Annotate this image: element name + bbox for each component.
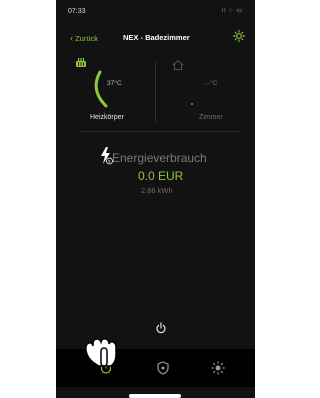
heizkoerper-label[interactable]: Heizkörper [90,114,124,121]
home-indicator[interactable] [129,394,181,398]
page-title: NEX - Badezimmer [123,33,190,42]
energy-title: Energieverbrauch [112,151,207,165]
chevron-left-icon: ‹ [70,33,73,43]
back-label: Zurück [75,34,99,43]
power-icon[interactable] [155,322,167,334]
status-icons: ∷ ◌ ▭ [221,8,243,14]
section-divider [81,131,241,132]
energy-amount: 0.0 EUR [138,169,184,183]
app-screen: 07:33 ∷ ◌ ▭ ‹ Zurück NEX - Badezimmer 37… [56,0,255,398]
svg-text:$: $ [108,160,111,164]
radiator-icon [76,58,86,67]
gear-icon[interactable] [232,29,246,43]
heizkoerper-temperature: 37°C [107,80,122,87]
status-time: 07:33 [68,8,86,15]
back-button[interactable]: ‹ Zurück [70,33,98,43]
tile-divider [155,61,156,123]
home-icon [172,59,184,70]
sun-icon[interactable] [210,360,226,376]
zimmer-label[interactable]: Zimmer [199,114,223,121]
pointing-hand-icon [85,338,117,367]
shield-icon[interactable] [155,360,171,376]
energy-kwh: 2.86 kWh [141,186,173,195]
zimmer-temperature: -.-°C [204,80,218,87]
heizkoerper-gauge [94,70,108,108]
